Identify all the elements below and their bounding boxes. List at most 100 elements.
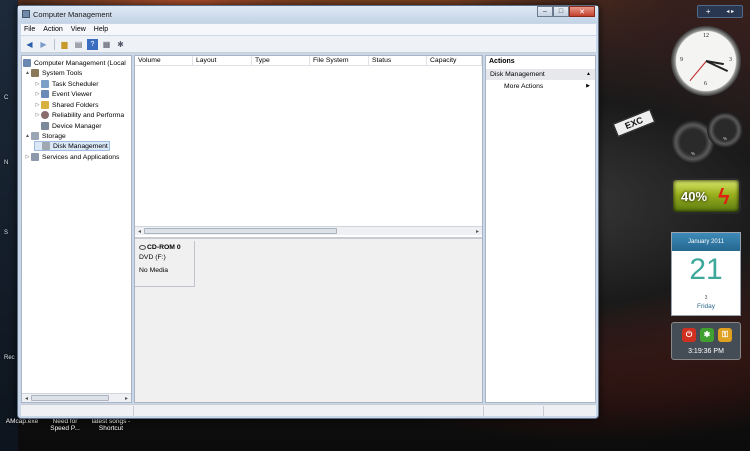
show-hide-tree-icon[interactable]: ▤	[73, 39, 84, 50]
desktop-icon-amcap[interactable]: AMcap.exe	[2, 418, 42, 425]
desktop-fragment-2: N	[4, 160, 9, 166]
clock-numeral-12: 12	[703, 33, 709, 39]
menu-file[interactable]: File	[24, 26, 35, 33]
expand-icon[interactable]: ▷	[34, 81, 41, 87]
power-gadget: ⏻ ✱ ⚿ 3:19:36 PM	[671, 322, 741, 360]
battery-gadget[interactable]: 40% ϟ	[671, 178, 741, 214]
title-bar[interactable]: Computer Management – □ ✕	[18, 6, 598, 23]
settings-icon[interactable]: ✱	[115, 39, 126, 50]
tree-item-shared-folders[interactable]: ▷ Shared Folders	[34, 100, 132, 110]
status-segment-1	[133, 406, 483, 416]
power-gadget-time: 3:19:36 PM	[688, 348, 724, 355]
collapse-icon[interactable]: ▲	[24, 70, 31, 76]
wallpaper-car-plate: EXC	[612, 109, 656, 137]
tree-item-device-manager[interactable]: Device Manager	[34, 121, 132, 131]
restart-icon[interactable]: ✱	[700, 328, 714, 342]
scroll-thumb[interactable]	[144, 228, 337, 234]
toolbar: ◀ ▶ ▆ ▤ ? ▦ ✱	[21, 36, 596, 53]
menu-action[interactable]: Action	[43, 26, 62, 33]
maximize-button[interactable]: □	[553, 6, 569, 17]
collapse-icon[interactable]: ▲	[24, 133, 31, 139]
tree-item-reliability[interactable]: ▷ Reliability and Performa	[34, 110, 132, 120]
help-icon[interactable]: ?	[87, 38, 98, 50]
shutdown-icon[interactable]: ⏻	[682, 328, 696, 342]
tree-item-disk-management[interactable]: Disk Management	[34, 141, 110, 151]
clock-numeral-6: 6	[704, 81, 707, 87]
second-hand	[689, 61, 707, 81]
tree-item-label: Storage	[42, 132, 66, 140]
list-horizontal-scrollbar[interactable]: ◂ ▸	[135, 226, 482, 235]
tree-item-label: Disk Management	[53, 142, 108, 150]
window-title: Computer Management	[33, 10, 112, 19]
scroll-left-icon[interactable]: ◂	[22, 395, 31, 402]
tree-item-label: Shared Folders	[52, 101, 99, 109]
disk-title-row: CD-ROM 0	[139, 244, 194, 251]
calendar-day: 21	[689, 253, 723, 286]
expand-icon[interactable]: ▷	[24, 154, 31, 160]
disk-icon	[42, 142, 50, 150]
tree-item-system-tools[interactable]: ▲ System Tools	[24, 68, 132, 78]
col-layout[interactable]: Layout	[193, 56, 252, 66]
desktop-icon-songs[interactable]: latest songs - Shortcut	[88, 418, 134, 432]
calendar-mark: 3	[704, 295, 708, 301]
col-file-system[interactable]: File System	[310, 56, 369, 66]
tree-item-services[interactable]: ▷ Services and Applications	[24, 152, 132, 162]
more-actions-item[interactable]: More Actions	[504, 83, 543, 90]
tools-icon	[31, 69, 39, 77]
disk-media: No Media	[139, 267, 169, 274]
menu-help[interactable]: Help	[94, 26, 108, 33]
col-status[interactable]: Status	[369, 56, 427, 66]
back-icon[interactable]: ◀	[24, 39, 35, 50]
scroll-left-icon[interactable]: ◂	[135, 228, 144, 235]
computer-icon	[23, 59, 31, 67]
desktop-icon-nfs[interactable]: Need for Speed P...	[44, 418, 86, 432]
navigation-tree: Computer Management (Local ▲ System Tool…	[21, 55, 132, 403]
properties-icon[interactable]: ▦	[101, 39, 112, 50]
col-type[interactable]: Type	[252, 56, 310, 66]
minimize-button[interactable]: –	[537, 6, 553, 17]
clock-numeral-3: 3	[729, 57, 732, 63]
tree-item-task-scheduler[interactable]: ▷ Task Scheduler	[34, 79, 132, 89]
cd-icon	[139, 245, 146, 250]
cpu-gauge-readout: %	[690, 151, 695, 156]
scroll-right-icon[interactable]: ▸	[473, 228, 482, 235]
col-capacity[interactable]: Capacity	[427, 56, 482, 66]
disk-cdrom-0[interactable]: CD-ROM 0 DVD (F:) No Media	[135, 241, 195, 287]
services-icon	[31, 153, 39, 161]
expand-icon[interactable]: ▷	[34, 102, 41, 108]
close-button[interactable]: ✕	[569, 6, 595, 17]
add-gadget-icon[interactable]: +	[706, 7, 711, 16]
tree-item-storage[interactable]: ▲ Storage	[24, 131, 132, 141]
gadget-controls: + ◂ ▸	[697, 5, 743, 18]
more-actions-label: More Actions	[504, 83, 544, 90]
scroll-right-icon[interactable]: ▸	[122, 395, 131, 402]
tree-item-event-viewer[interactable]: ▷ Event Viewer	[34, 89, 132, 99]
desktop-fragment-1: C	[4, 95, 9, 101]
lock-icon[interactable]: ⚿	[718, 328, 732, 342]
status-segment-2	[483, 406, 543, 416]
desktop-fragment-4: Rec	[4, 355, 15, 361]
scroll-thumb[interactable]	[31, 395, 109, 401]
col-volume[interactable]: Volume	[135, 56, 193, 66]
folder-icon	[41, 101, 49, 109]
memory-gauge: %	[707, 112, 743, 148]
clock-gadget[interactable]: 12 3 6 9	[671, 26, 741, 96]
expand-icon[interactable]: ▷	[34, 91, 41, 97]
actions-section-disk-management[interactable]: Disk Management ▲	[486, 69, 595, 80]
collapse-arrow-icon[interactable]: ▲	[586, 69, 591, 80]
status-segment-3	[543, 406, 596, 416]
disk-type: DVD (F:)	[139, 254, 166, 261]
gadget-menu-icon[interactable]: ◂ ▸	[726, 8, 734, 15]
forward-icon[interactable]: ▶	[38, 39, 49, 50]
calendar-month: January 2011	[672, 233, 740, 251]
menu-view[interactable]: View	[71, 26, 86, 33]
up-folder-icon[interactable]: ▆	[59, 39, 70, 50]
tree-item-label: Services and Applications	[42, 153, 120, 161]
clock-numeral-9: 9	[680, 57, 683, 63]
calendar-gadget[interactable]: January 2011 21 3 Friday	[671, 232, 741, 316]
expand-icon[interactable]: ▷	[34, 112, 41, 118]
tree-horizontal-scrollbar[interactable]: ◂ ▸	[22, 393, 131, 402]
charging-bolt-icon: ϟ	[718, 184, 730, 209]
device-manager-icon	[41, 122, 49, 130]
tree-item-computer-management[interactable]: Computer Management (Local	[23, 58, 132, 68]
